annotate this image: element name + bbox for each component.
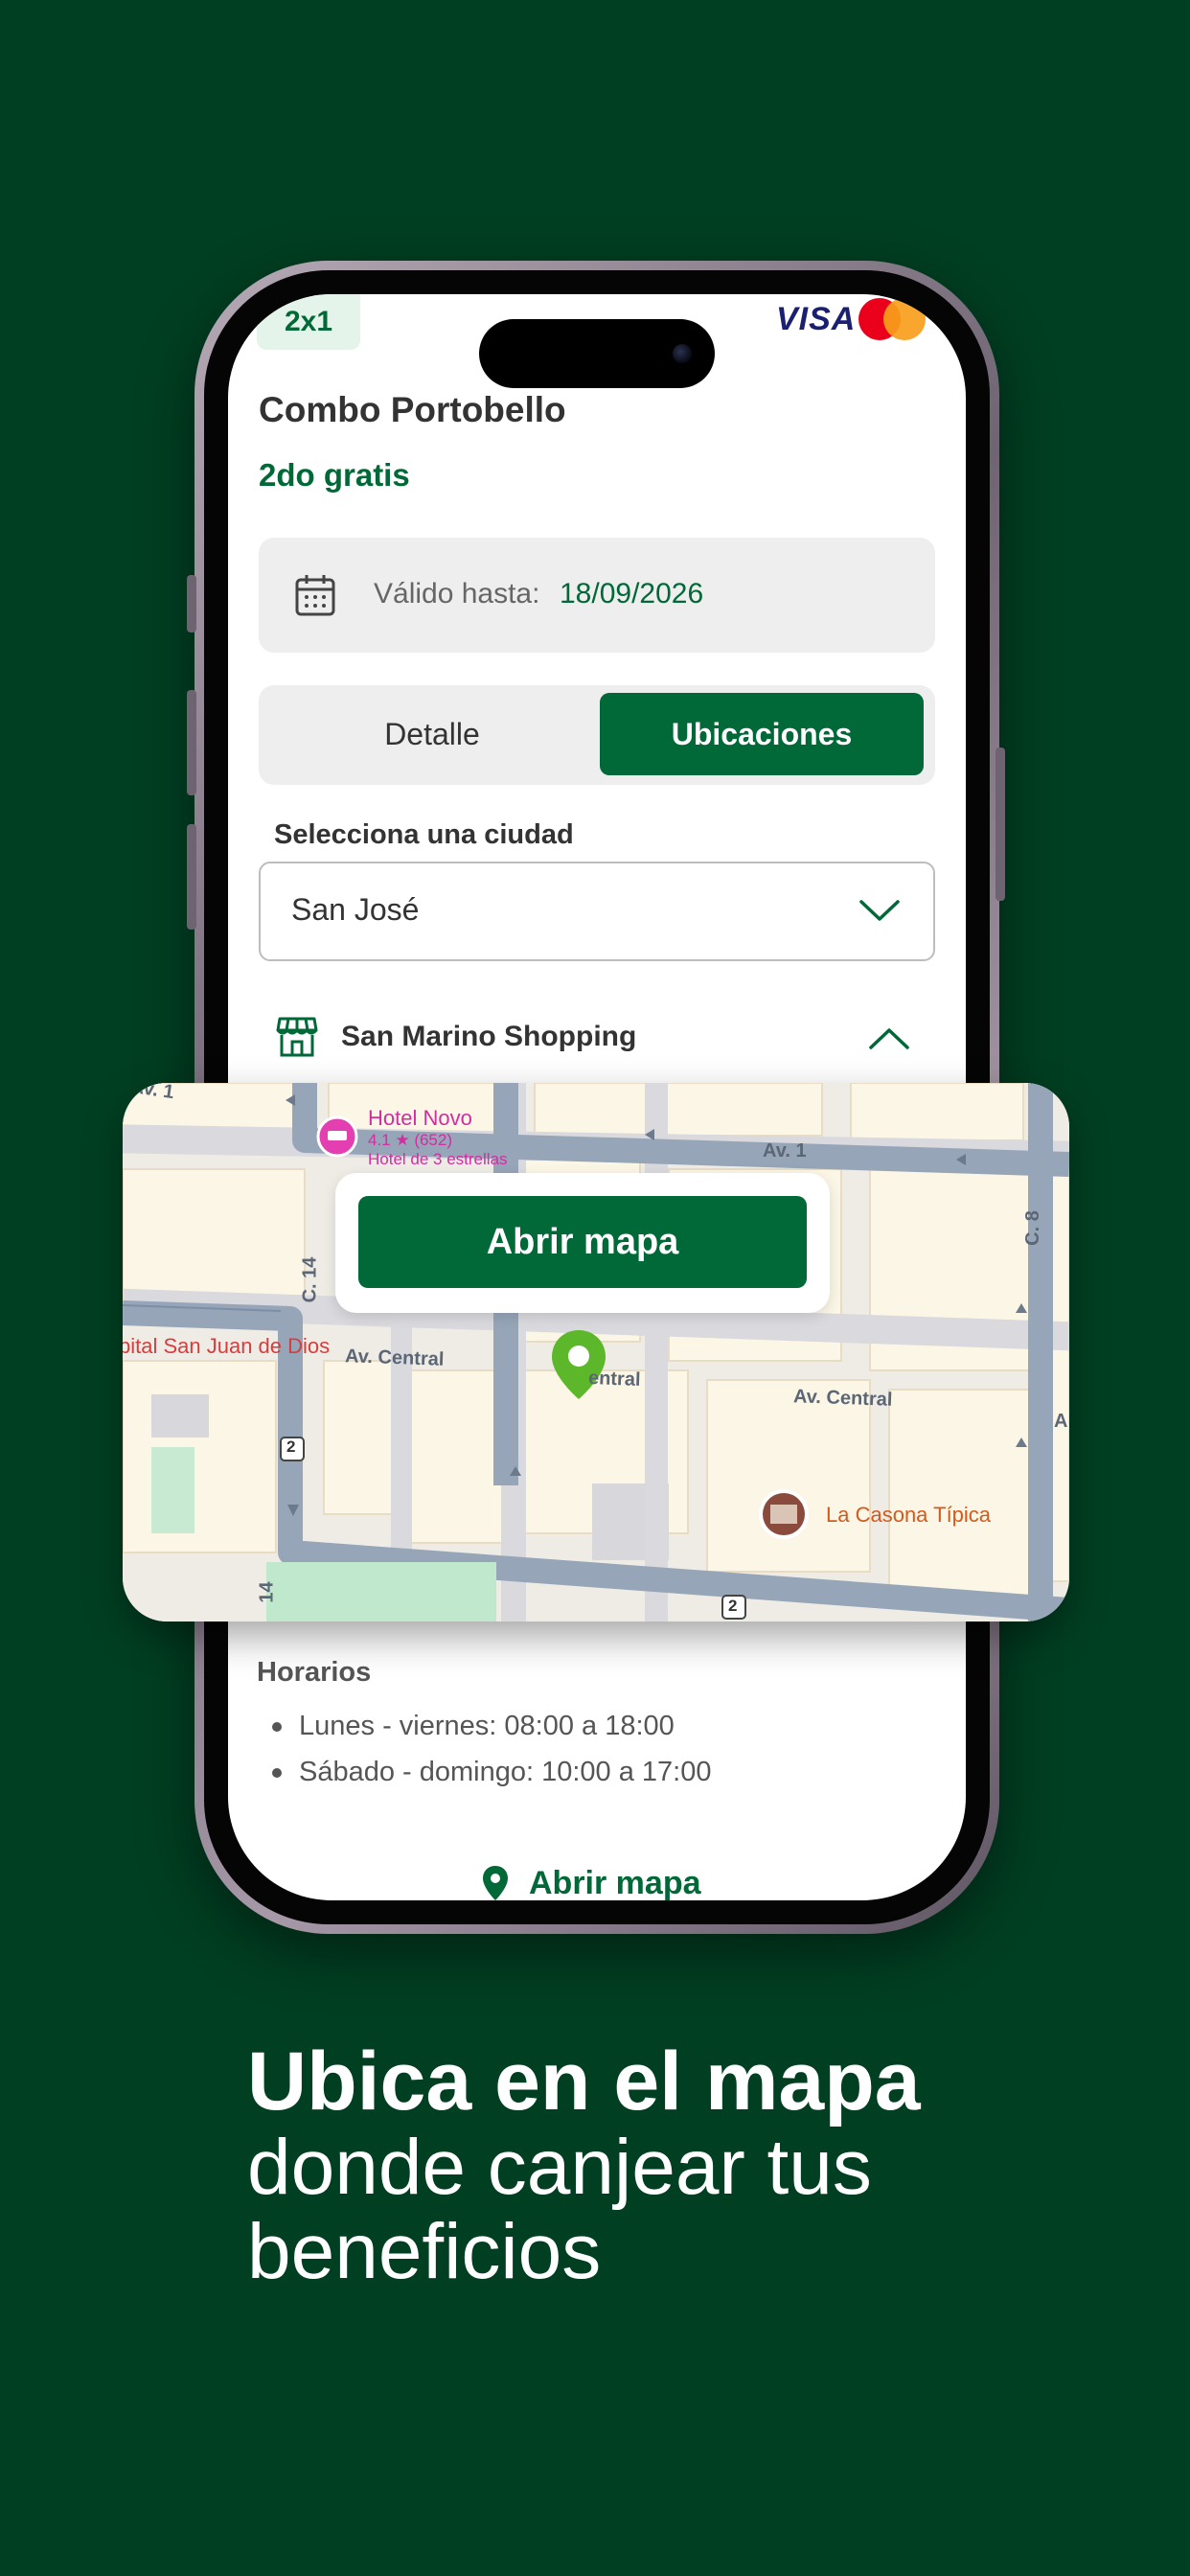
road-label: C. 8 (1021, 1210, 1043, 1246)
validity-label: Válido hasta: (374, 578, 540, 610)
road-label: C. 14 (299, 1256, 321, 1303)
city-select[interactable]: San José (259, 862, 935, 961)
camera-icon (673, 344, 692, 363)
promo-subtitle: 2do gratis (259, 457, 410, 493)
chevron-down-icon (859, 900, 900, 921)
list-item: Lunes - viernes: 08:00 a 18:00 (257, 1709, 712, 1755)
road-label: entral (587, 1368, 641, 1391)
mastercard-logo (883, 298, 926, 340)
hours-list: Lunes - viernes: 08:00 a 18:00 Sábado - … (257, 1709, 712, 1801)
city-select-label: Selecciona una ciudad (274, 819, 574, 850)
storefront-icon (276, 1017, 318, 1057)
promo-headline: Ubica en el mapa donde canjear tus benef… (247, 2037, 921, 2294)
side-button (187, 575, 196, 632)
poi-la-casona[interactable]: La Casona Típica (826, 1503, 991, 1528)
road-label: Av. Central (792, 1386, 893, 1411)
open-map-button[interactable]: Abrir mapa (358, 1196, 807, 1288)
open-map-panel: Abrir mapa (335, 1173, 830, 1313)
tab-ubicaciones[interactable]: Ubicaciones (600, 693, 924, 775)
list-item: Sábado - domingo: 10:00 a 17:00 (257, 1755, 712, 1801)
headline-line-1: Ubica en el mapa (247, 2036, 921, 2128)
headline-line-3: beneficios (247, 2208, 602, 2295)
chevron-up-icon[interactable] (868, 1026, 910, 1051)
city-select-value: San José (291, 892, 420, 927)
promo-title: Combo Portobello (259, 390, 566, 429)
hours-title: Horarios (257, 1657, 372, 1688)
road-label: Av. Central (344, 1346, 445, 1370)
poi-hospital[interactable]: pital San Juan de Dios (123, 1334, 330, 1359)
poi-rating: 4.1 ★ (652) (368, 1131, 453, 1149)
open-map-link-label: Abrir mapa (529, 1864, 701, 1901)
route-shield-label: 2 (286, 1438, 296, 1456)
route-shield-label: 2 (728, 1597, 738, 1615)
visa-logo: VISA (776, 301, 857, 337)
poi-category: Hotel de 3 estrellas (368, 1150, 508, 1168)
headline-line-2: donde canjear tus (247, 2124, 872, 2211)
store-name: San Marino Shopping (341, 1021, 637, 1052)
tab-bar: Detalle Ubicaciones (259, 685, 935, 785)
tab-detalle[interactable]: Detalle (270, 693, 594, 775)
road-label: 14 (256, 1581, 278, 1603)
dynamic-island (479, 319, 715, 388)
promo-badge: 2x1 (257, 294, 360, 350)
side-button (187, 690, 196, 795)
road-label: Av. 1 (763, 1140, 807, 1162)
validity-box: Válido hasta: 18/09/2026 (259, 538, 935, 653)
map-pin-icon (483, 1866, 508, 1900)
poi-name: Hotel Novo (368, 1106, 472, 1130)
validity-date: 18/09/2026 (560, 578, 704, 610)
road-label: A (1054, 1411, 1068, 1432)
map-card[interactable]: Av. 1 Av. 1 C. 14 14 C. 8 Av. Central en… (123, 1083, 1069, 1622)
side-button (187, 824, 196, 930)
open-map-link[interactable]: Abrir mapa (481, 1864, 701, 1900)
side-button (995, 748, 1005, 901)
calendar-icon (295, 575, 335, 616)
poi-hotel-novo[interactable]: Hotel Novo 4.1 ★ (652) Hotel de 3 estrel… (368, 1106, 508, 1169)
